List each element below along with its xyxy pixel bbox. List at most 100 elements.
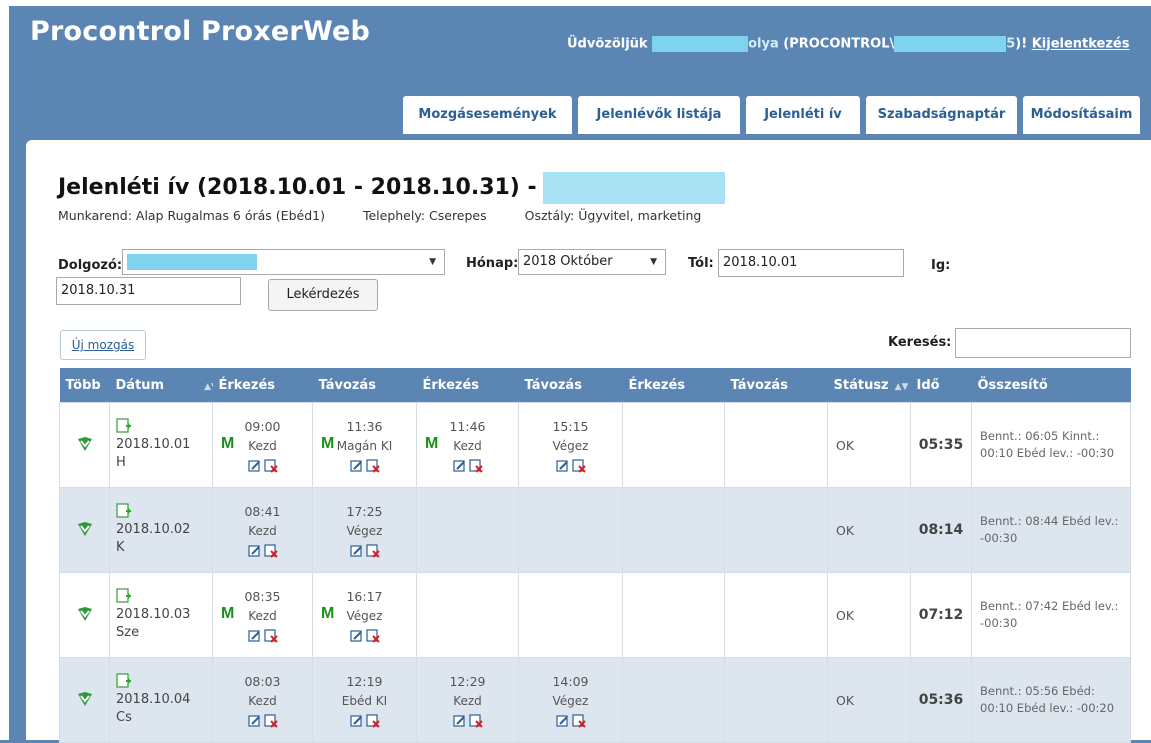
date-cell: 2018.10.02 K <box>109 487 213 573</box>
expand-cell[interactable] <box>59 487 110 573</box>
date-cell: 2018.10.03 Sze <box>109 572 213 658</box>
new-movement-button[interactable]: Új mozgás <box>60 330 146 360</box>
welcome-domain-suffix: 5 <box>1006 36 1016 52</box>
dolgozo-select[interactable]: ▼ <box>122 249 445 275</box>
worked-time: 07:12 <box>918 607 964 623</box>
col-tobb: Több <box>59 368 110 403</box>
empty-event-cell <box>622 572 725 658</box>
summary-cell: Bennt.: 06:05 Kinnt.: 00:10 Ebéd lev.: -… <box>971 402 1131 488</box>
expand-cell[interactable] <box>59 657 110 743</box>
edit-icon[interactable] <box>349 712 365 727</box>
col-statusz[interactable]: Státusz ▲▼ <box>827 368 911 403</box>
delete-icon[interactable] <box>365 712 381 728</box>
tab-mozgasesemenyek[interactable]: Mozgásesemények <box>403 96 572 134</box>
tol-input[interactable]: 2018.10.01 <box>718 249 904 277</box>
empty-event-cell <box>518 572 623 658</box>
status-cell: OK <box>827 657 911 743</box>
worked-time: 05:35 <box>918 437 964 453</box>
expand-shield-icon[interactable] <box>76 691 94 711</box>
delete-icon[interactable] <box>571 712 587 728</box>
manual-entry-marker: M <box>321 435 335 452</box>
edit-icon[interactable] <box>247 712 263 727</box>
search-input[interactable] <box>955 328 1131 358</box>
col-erkezes-2: Érkezés <box>416 368 519 403</box>
delete-icon[interactable] <box>365 542 381 558</box>
edit-icon[interactable] <box>555 457 571 472</box>
expand-shield-icon[interactable] <box>76 436 94 456</box>
expand-cell[interactable] <box>59 402 110 488</box>
table-row: 2018.10.02 K 08:41 Kezd 17:25 Végez OK 08:14 Ben… <box>59 487 1131 573</box>
query-button[interactable]: Lekérdezés <box>268 279 378 311</box>
manual-entry-marker: M <box>221 605 235 622</box>
row-day: Cs <box>116 710 132 725</box>
delete-icon[interactable] <box>263 457 279 473</box>
app-title: Procontrol ProxerWeb <box>30 16 371 47</box>
summary-cell: Bennt.: 08:44 Ebéd lev.: -00:30 <box>971 487 1131 573</box>
status-text: OK <box>836 692 855 708</box>
col-osszesito: Összesítő <box>971 368 1131 403</box>
delete-icon[interactable] <box>365 457 381 473</box>
edit-icon[interactable] <box>247 457 263 472</box>
event-time: 08:41 <box>244 504 281 519</box>
delete-icon[interactable] <box>263 542 279 558</box>
row-day: Sze <box>116 625 140 640</box>
edit-icon[interactable] <box>349 627 365 642</box>
telephely-text: Telephely: Cserepes <box>362 208 487 223</box>
row-day: H <box>116 455 126 470</box>
delete-icon[interactable] <box>468 712 484 728</box>
edit-icon[interactable] <box>452 712 468 727</box>
redacted-employee-select-mask <box>127 253 257 270</box>
table-row: 2018.10.03 Sze M 08:35 Kezd M 16:17 Végez OK 07:1… <box>59 572 1131 658</box>
ig-input[interactable]: 2018.10.31 <box>56 277 241 305</box>
osztaly-text: Osztály: Ügyvitel, marketing <box>524 208 702 223</box>
empty-event-cell <box>724 487 828 573</box>
tab-jelenlevok-listaja[interactable]: Jelenlévők listája <box>578 96 740 134</box>
add-movement-icon[interactable] <box>116 418 212 434</box>
manual-entry-marker: M <box>321 605 335 622</box>
chevron-down-icon: ▼ <box>429 257 436 267</box>
empty-event-cell <box>416 487 519 573</box>
expand-shield-icon[interactable] <box>76 606 94 626</box>
event-cell: M 11:46 Kezd <box>416 402 519 488</box>
event-cell: 12:19 Ebéd KI <box>312 657 417 743</box>
delete-icon[interactable] <box>263 712 279 728</box>
event-cell: 17:25 Végez <box>312 487 417 573</box>
edit-icon[interactable] <box>247 542 263 557</box>
event-type: Végez <box>346 524 383 538</box>
welcome-text: Üdvözöljük olya (PROCONTROL\ 5)! Kijelent… <box>567 36 1129 52</box>
delete-icon[interactable] <box>571 457 587 473</box>
event-cell: M 08:35 Kezd <box>212 572 313 658</box>
delete-icon[interactable] <box>468 457 484 473</box>
edit-icon[interactable] <box>349 457 365 472</box>
tab-modositasaim[interactable]: Módosításaim <box>1023 96 1140 134</box>
expand-shield-icon[interactable] <box>76 521 94 541</box>
edit-icon[interactable] <box>247 627 263 642</box>
logout-link[interactable]: Kijelentkezés <box>1032 37 1130 52</box>
edit-icon[interactable] <box>349 542 365 557</box>
tab-szabadsagnaptar[interactable]: Szabadságnaptár <box>866 96 1017 134</box>
expand-cell[interactable] <box>59 572 110 658</box>
edit-icon[interactable] <box>555 712 571 727</box>
sort-icon: ▲▼ <box>894 381 909 392</box>
event-time: 15:15 <box>552 419 589 434</box>
honap-value: 2018 Október <box>523 254 613 269</box>
honap-select[interactable]: 2018 Október ▼ <box>518 249 666 275</box>
summary-text: Bennt.: 05:56 Ebéd: 00:10 Ebéd lev.: -00… <box>980 684 1115 715</box>
edit-icon[interactable] <box>452 457 468 472</box>
event-time: 17:25 <box>346 504 383 519</box>
add-movement-icon[interactable] <box>116 588 212 604</box>
add-movement-icon[interactable] <box>116 503 212 519</box>
tab-jelenleti-iv[interactable]: Jelenléti ív <box>746 96 860 134</box>
delete-icon[interactable] <box>263 627 279 643</box>
delete-icon[interactable] <box>365 627 381 643</box>
event-cell: M 16:17 Végez <box>312 572 417 658</box>
col-datum[interactable]: Dátum ▲▼ <box>109 368 213 403</box>
add-movement-icon[interactable] <box>116 673 212 689</box>
event-cell: 08:41 Kezd <box>212 487 313 573</box>
welcome-prefix: Üdvözöljük <box>567 36 648 52</box>
event-time: 11:36 <box>346 419 383 434</box>
event-time: 12:29 <box>449 674 486 689</box>
row-date: 2018.10.03 <box>116 607 191 622</box>
table-body: 2018.10.01 H M 09:00 Kezd M 11:36 Magán KI M 11:4… <box>59 402 1131 743</box>
empty-event-cell <box>622 487 725 573</box>
